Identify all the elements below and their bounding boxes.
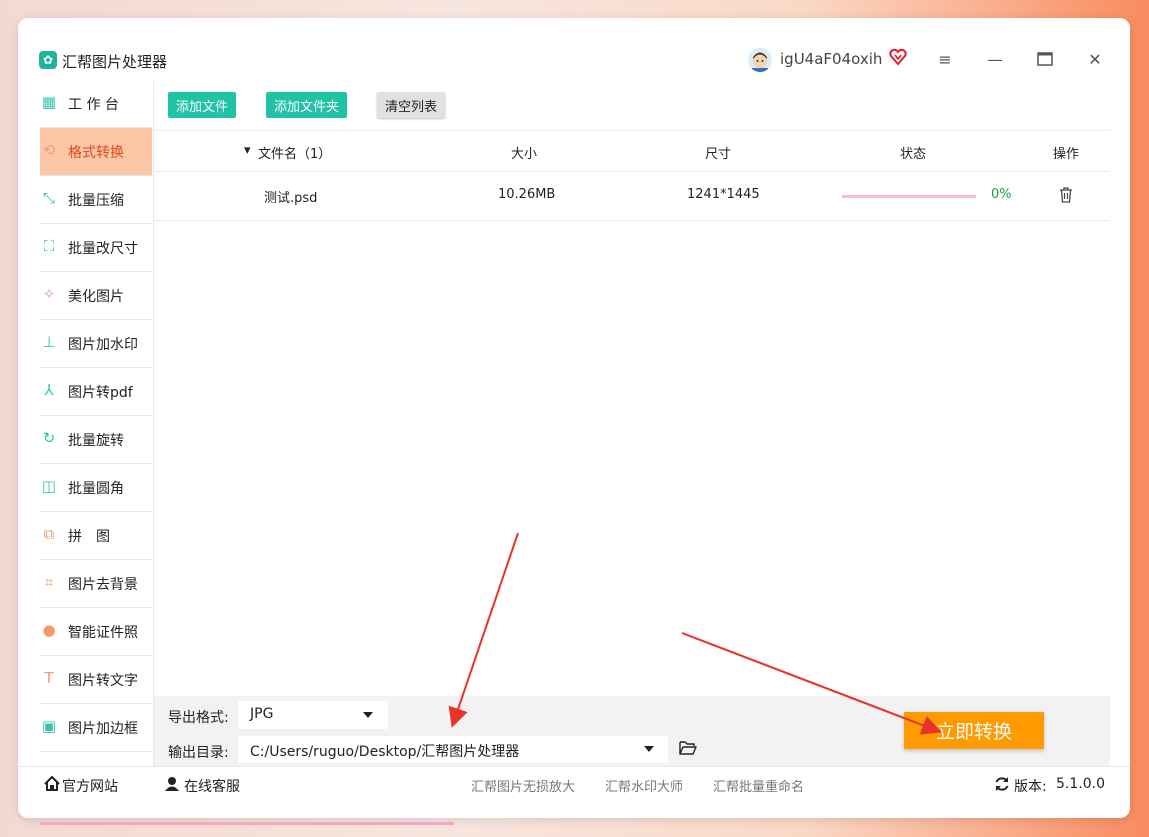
sidebar-item-ocr[interactable]: T 图片转文字	[40, 656, 152, 704]
compress-icon: ⤡	[42, 189, 55, 207]
footer-link-watermark[interactable]: 汇帮水印大师	[605, 776, 683, 795]
sidebar-item-to-pdf[interactable]: ⅄ 图片转pdf	[40, 368, 152, 416]
version-label: 版本:	[1014, 779, 1047, 795]
main-panel: 添加文件 添加文件夹 清空列表 ▾ 文件名（1） 大小 尺寸 状态 操作 测试.…	[153, 80, 1110, 766]
sidebar-item-label: 图片加水印	[68, 337, 138, 353]
format-value: JPG	[250, 706, 274, 722]
official-website-link[interactable]: 官方网站	[62, 776, 118, 796]
minimize-icon[interactable]: —	[985, 52, 1005, 68]
crop-icon: ⌗	[44, 573, 54, 591]
sidebar-item-format-convert[interactable]: ⟲ 格式转换	[40, 128, 152, 176]
sidebar-item-label: 格式转换	[68, 145, 124, 161]
beautify-icon: ✧	[42, 285, 56, 303]
app-window: ✿ 汇帮图片处理器 igU4aF04oxih ≡ — ✕ ▦ 工 作 台 ⟲ 格…	[18, 18, 1130, 818]
convert-icon: ⟲	[42, 141, 56, 159]
footer: 官方网站 在线客服 汇帮图片无损放大 汇帮水印大师 汇帮批量重命名 版本: 5.…	[18, 766, 1130, 799]
resize-icon: ⛶	[43, 237, 55, 255]
format-label: 导出格式:	[168, 710, 229, 726]
vip-heart-icon[interactable]	[889, 48, 907, 66]
sidebar-item-compress[interactable]: ⤡ 批量压缩	[40, 176, 152, 224]
sidebar-item-label: 图片加边框	[68, 721, 138, 737]
sidebar-item-label: 智能证件照	[68, 625, 138, 641]
column-name[interactable]: 文件名（1）	[258, 143, 331, 162]
sidebar-item-watermark[interactable]: ⊥ 图片加水印	[40, 320, 152, 368]
column-size: 大小	[511, 147, 538, 162]
sidebar-item-label: 图片去背景	[68, 577, 138, 593]
home-icon[interactable]	[44, 775, 60, 795]
column-status: 状态	[900, 147, 927, 162]
toolbar: 添加文件 添加文件夹 清空列表	[154, 80, 1110, 130]
pdf-icon: ⅄	[44, 381, 54, 399]
maximize-icon[interactable]	[1035, 52, 1055, 68]
avatar[interactable]	[748, 48, 772, 72]
sort-caret-icon[interactable]: ▾	[244, 143, 251, 158]
sidebar-item-resize[interactable]: ⛶ 批量改尺寸	[40, 224, 152, 272]
grid-icon: ▦	[41, 93, 57, 111]
refresh-icon[interactable]	[994, 776, 1010, 796]
frame-icon: ▣	[41, 717, 57, 735]
sidebar-item-rotate[interactable]: ↻ 批量旋转	[40, 416, 152, 464]
column-action: 操作	[1053, 147, 1080, 162]
app-logo-icon: ✿	[39, 51, 57, 69]
sidebar-item-label: 批量旋转	[68, 433, 124, 449]
clear-list-button[interactable]: 清空列表	[377, 92, 445, 118]
app-title: 汇帮图片处理器	[62, 53, 168, 71]
close-icon[interactable]: ✕	[1085, 52, 1105, 68]
sidebar: ▦ 工 作 台 ⟲ 格式转换 ⤡ 批量压缩 ⛶ 批量改尺寸 ✧ 美化图片 ⊥ 图…	[40, 80, 152, 766]
sidebar-item-round-corner[interactable]: ◫ 批量圆角	[40, 464, 152, 512]
dir-label: 输出目录:	[168, 745, 229, 761]
sidebar-item-beautify[interactable]: ✧ 美化图片	[40, 272, 152, 320]
sidebar-item-frame[interactable]: ▣ 图片加边框	[40, 704, 152, 752]
puzzle-icon: ⧉	[43, 525, 55, 543]
sidebar-item-id-photo[interactable]: ● 智能证件照	[40, 608, 152, 656]
sidebar-item-remove-bg[interactable]: ⌗ 图片去背景	[40, 560, 152, 608]
file-table-header: ▾ 文件名（1） 大小 尺寸 状态 操作	[154, 130, 1110, 172]
sidebar-item-puzzle[interactable]: ⧉ 拼 图	[40, 512, 152, 560]
add-file-button[interactable]: 添加文件	[168, 92, 236, 118]
output-dir-select[interactable]: C:/Users/ruguo/Desktop/汇帮图片处理器	[238, 736, 668, 763]
table-row[interactable]: 测试.psd 10.26MB 1241*1445 0%	[154, 171, 1110, 221]
sidebar-item-label: 图片转文字	[68, 673, 138, 689]
text-icon: T	[44, 669, 54, 687]
username[interactable]: igU4aF04oxih	[780, 50, 882, 68]
sidebar-item-label: 拼 图	[68, 529, 110, 545]
progress-bar	[842, 195, 976, 198]
round-corner-icon: ◫	[41, 477, 57, 495]
menu-icon[interactable]: ≡	[935, 52, 955, 68]
version-number: 5.1.0.0	[1056, 776, 1105, 792]
add-folder-button[interactable]: 添加文件夹	[266, 92, 347, 118]
footer-link-rename[interactable]: 汇帮批量重命名	[713, 776, 804, 795]
person-icon: ●	[42, 621, 56, 639]
support-icon[interactable]	[164, 776, 180, 795]
sidebar-item-workbench[interactable]: ▦ 工 作 台	[40, 80, 152, 128]
watermark-icon: ⊥	[42, 333, 56, 351]
sidebar-item-label: 批量压缩	[68, 193, 124, 209]
online-support-link[interactable]: 在线客服	[184, 776, 240, 796]
file-dimensions: 1241*1445	[687, 187, 760, 202]
footer-link-upscale[interactable]: 汇帮图片无损放大	[471, 776, 575, 795]
progress-percent: 0%	[991, 187, 1012, 202]
chevron-down-icon	[644, 746, 654, 752]
convert-now-button[interactable]: 立即转换	[904, 712, 1044, 749]
column-dimensions: 尺寸	[705, 147, 732, 162]
sidebar-item-label: 工 作 台	[68, 97, 119, 113]
folder-open-icon[interactable]	[679, 740, 697, 756]
rotate-icon: ↻	[42, 429, 56, 447]
format-select[interactable]: JPG	[238, 701, 388, 729]
scroll-indicator	[40, 822, 454, 825]
chevron-down-icon	[363, 712, 373, 718]
title-bar: ✿ 汇帮图片处理器 igU4aF04oxih ≡ — ✕	[18, 18, 1130, 80]
sidebar-item-label: 图片转pdf	[68, 385, 133, 401]
trash-icon[interactable]	[1059, 187, 1075, 205]
file-size: 10.26MB	[498, 187, 556, 202]
sidebar-item-label: 批量改尺寸	[68, 241, 138, 257]
sidebar-item-label: 美化图片	[68, 289, 124, 305]
dir-value: C:/Users/ruguo/Desktop/汇帮图片处理器	[250, 744, 520, 760]
sidebar-item-label: 批量圆角	[68, 481, 124, 497]
file-name: 测试.psd	[264, 191, 318, 206]
